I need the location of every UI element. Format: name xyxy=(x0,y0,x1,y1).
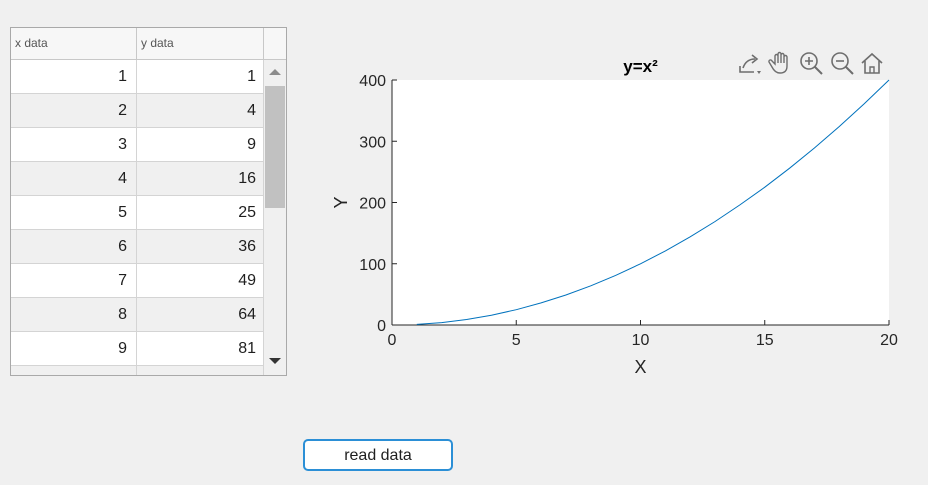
cell-x-data[interactable]: 1 xyxy=(11,60,137,93)
table-row[interactable]: 5 25 xyxy=(11,196,264,230)
y-tick-label: 200 xyxy=(359,196,386,213)
cell-y-data[interactable]: 25 xyxy=(137,196,264,229)
cell-y-data[interactable]: 49 xyxy=(137,264,264,297)
scroll-up-arrow-icon[interactable] xyxy=(269,69,281,75)
x-tick-label: 10 xyxy=(632,332,650,349)
table-row[interactable]: 39 xyxy=(11,128,264,162)
cell-x-data[interactable]: 10 xyxy=(11,366,137,375)
table-header: x data y data xyxy=(11,28,286,60)
column-header-x[interactable]: x data xyxy=(11,28,137,59)
x-tick-label: 15 xyxy=(756,332,774,349)
cell-x-data[interactable]: 5 xyxy=(11,196,137,229)
cell-y-data[interactable]: 81 xyxy=(137,332,264,365)
cell-x-data[interactable]: 4 xyxy=(11,162,137,195)
y-tick-label: 300 xyxy=(359,134,386,151)
y-tick-label: 100 xyxy=(359,257,386,274)
cell-x-data[interactable]: 7 xyxy=(11,264,137,297)
export-icon[interactable] xyxy=(736,49,762,77)
line-chart[interactable]: 0 5 10 15 200100200300400y=x²XY xyxy=(320,40,910,385)
home-icon[interactable] xyxy=(859,49,885,77)
pan-icon[interactable] xyxy=(767,49,793,77)
y-axis-label: Y xyxy=(331,196,351,208)
data-table[interactable]: x data y data 11243941652563674986498110… xyxy=(10,27,287,376)
cell-x-data[interactable]: 9 xyxy=(11,332,137,365)
cell-y-data[interactable]: 16 xyxy=(137,162,264,195)
read-data-button[interactable]: read data xyxy=(303,439,453,471)
chart-title: y=x² xyxy=(623,57,658,76)
table-row[interactable]: 8 64 xyxy=(11,298,264,332)
table-scrollbar[interactable] xyxy=(264,60,286,375)
x-axis-label: X xyxy=(634,357,646,377)
cell-y-data[interactable]: 36 xyxy=(137,230,264,263)
table-row[interactable]: 4 16 xyxy=(11,162,264,196)
cell-x-data[interactable]: 6 xyxy=(11,230,137,263)
table-row[interactable]: 6 36 xyxy=(11,230,264,264)
cell-x-data[interactable]: 2 xyxy=(11,94,137,127)
table-row[interactable]: 10100 xyxy=(11,366,264,375)
table-row[interactable]: 9 81 xyxy=(11,332,264,366)
y-tick-label: 400 xyxy=(359,73,386,90)
cell-x-data[interactable]: 3 xyxy=(11,128,137,161)
cell-y-data[interactable]: 100 xyxy=(137,366,264,375)
zoom-in-icon[interactable] xyxy=(798,49,824,77)
scrollbar-thumb[interactable] xyxy=(265,86,285,208)
scroll-down-arrow-icon[interactable] xyxy=(269,358,281,364)
cell-y-data[interactable]: 64 xyxy=(137,298,264,331)
table-row[interactable]: 11 xyxy=(11,60,264,94)
y-tick-label: 0 xyxy=(377,318,386,335)
x-tick-label: 20 xyxy=(880,332,898,349)
table-body: 11243941652563674986498110100 xyxy=(11,60,264,375)
x-tick-label: 0 xyxy=(388,332,397,349)
column-header-y[interactable]: y data xyxy=(137,28,264,59)
cell-y-data[interactable]: 1 xyxy=(137,60,264,93)
table-row[interactable]: 24 xyxy=(11,94,264,128)
cell-y-data[interactable]: 4 xyxy=(137,94,264,127)
x-tick-label: 5 xyxy=(512,332,521,349)
plot-area[interactable] xyxy=(392,80,889,325)
table-row[interactable]: 7 49 xyxy=(11,264,264,298)
cell-x-data[interactable]: 8 xyxy=(11,298,137,331)
cell-y-data[interactable]: 9 xyxy=(137,128,264,161)
zoom-out-icon[interactable] xyxy=(829,49,855,77)
